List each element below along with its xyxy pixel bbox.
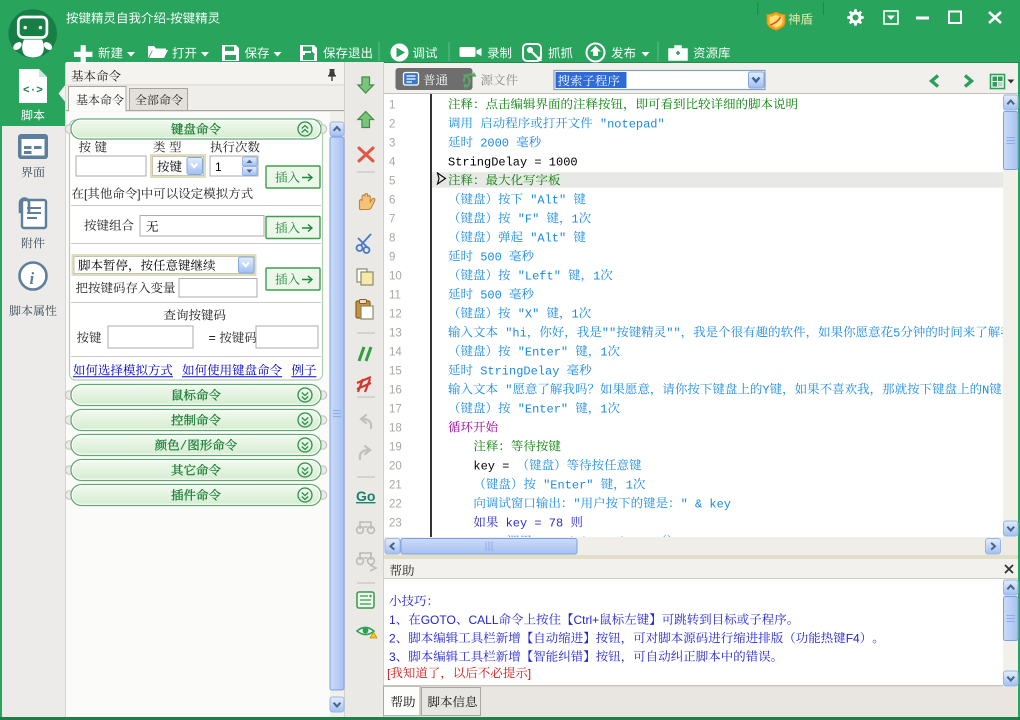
svg-text:6: 6 bbox=[389, 195, 395, 207]
svg-text:": " bbox=[681, 497, 688, 511]
svg-text:"hi: "hi bbox=[505, 326, 527, 340]
svg-text:key: key bbox=[506, 516, 528, 530]
svg-text:3: 3 bbox=[389, 650, 396, 664]
svg-text:1: 1 bbox=[593, 269, 600, 283]
svg-text:9: 9 bbox=[389, 252, 395, 264]
svg-text:"Enter": "Enter" bbox=[543, 478, 593, 492]
svg-text:Y: Y bbox=[762, 383, 769, 397]
svg-text:N: N bbox=[982, 383, 989, 397]
svg-text:21: 21 bbox=[389, 480, 402, 492]
svg-text:8: 8 bbox=[389, 233, 395, 245]
svg-text:23: 23 bbox=[389, 518, 402, 530]
svg-text:StringDelay: StringDelay bbox=[480, 364, 559, 378]
svg-text:78: 78 bbox=[549, 516, 563, 530]
svg-text:1: 1 bbox=[626, 478, 633, 492]
svg-text:]: ] bbox=[137, 187, 140, 201]
svg-text:1: 1 bbox=[215, 160, 222, 174]
svg-text:"": "" bbox=[666, 326, 680, 340]
svg-text:key: key bbox=[709, 497, 731, 511]
svg-text:1: 1 bbox=[389, 100, 395, 112]
svg-text:3: 3 bbox=[389, 138, 395, 150]
svg-text:"X": "X" bbox=[518, 307, 540, 321]
svg-text:"Alt": "Alt" bbox=[530, 193, 566, 207]
svg-text:500: 500 bbox=[480, 250, 502, 264]
svg-text:"": "" bbox=[602, 326, 616, 340]
svg-text:"Enter": "Enter" bbox=[518, 402, 568, 416]
svg-text:": " bbox=[573, 497, 580, 511]
svg-text:2: 2 bbox=[389, 119, 395, 131]
svg-text:18: 18 bbox=[389, 423, 402, 435]
svg-text:StringDelay: StringDelay bbox=[448, 155, 527, 169]
svg-text:12: 12 bbox=[389, 309, 402, 321]
svg-text:i: i bbox=[30, 269, 35, 288]
svg-text:13: 13 bbox=[389, 328, 402, 340]
svg-text:1: 1 bbox=[600, 402, 607, 416]
svg-text:/: / bbox=[180, 440, 188, 454]
svg-text:"Enter": "Enter" bbox=[518, 345, 568, 359]
svg-text:11: 11 bbox=[389, 290, 401, 302]
svg-text:<·>: <·> bbox=[23, 85, 43, 97]
svg-text:Go: Go bbox=[356, 488, 375, 504]
svg-text:2000: 2000 bbox=[480, 136, 509, 150]
svg-text:17: 17 bbox=[389, 404, 402, 416]
svg-text:Ctrl+: Ctrl+ bbox=[574, 613, 600, 627]
svg-text:19: 19 bbox=[389, 442, 402, 454]
svg-text:1: 1 bbox=[600, 345, 607, 359]
svg-text:CALL: CALL bbox=[469, 613, 499, 627]
svg-text:]: ] bbox=[528, 666, 531, 680]
svg-text:15: 15 bbox=[389, 366, 402, 378]
svg-text:1: 1 bbox=[572, 307, 579, 321]
svg-text:=: = bbox=[534, 155, 541, 169]
svg-text:F4: F4 bbox=[846, 631, 860, 645]
svg-text:1: 1 bbox=[389, 613, 396, 627]
svg-text:GOTO: GOTO bbox=[421, 613, 456, 627]
svg-text:"notepad": "notepad" bbox=[600, 117, 665, 131]
svg-text:500: 500 bbox=[480, 288, 502, 302]
svg-text:16: 16 bbox=[389, 385, 402, 397]
svg-text:": " bbox=[505, 383, 512, 397]
svg-text:"Alt": "Alt" bbox=[530, 231, 566, 245]
svg-text:14: 14 bbox=[389, 347, 402, 359]
svg-text:22: 22 bbox=[389, 499, 402, 511]
svg-text:7: 7 bbox=[389, 214, 395, 226]
svg-text:=: = bbox=[534, 516, 541, 530]
svg-text:10: 10 bbox=[389, 271, 402, 283]
svg-text:-: - bbox=[166, 12, 170, 26]
svg-text:5: 5 bbox=[893, 326, 900, 340]
svg-text:1000: 1000 bbox=[549, 155, 578, 169]
svg-text:1: 1 bbox=[572, 212, 579, 226]
svg-text:"F": "F" bbox=[518, 212, 540, 226]
svg-text:=: = bbox=[502, 459, 509, 473]
svg-text:&: & bbox=[695, 497, 702, 511]
svg-text:4: 4 bbox=[389, 157, 396, 169]
svg-text:2: 2 bbox=[389, 631, 396, 645]
svg-text:=: = bbox=[209, 331, 216, 345]
svg-text:5: 5 bbox=[389, 176, 395, 188]
svg-text:20: 20 bbox=[389, 461, 402, 473]
svg-text:"Left": "Left" bbox=[518, 269, 561, 283]
svg-text:key: key bbox=[473, 459, 495, 473]
